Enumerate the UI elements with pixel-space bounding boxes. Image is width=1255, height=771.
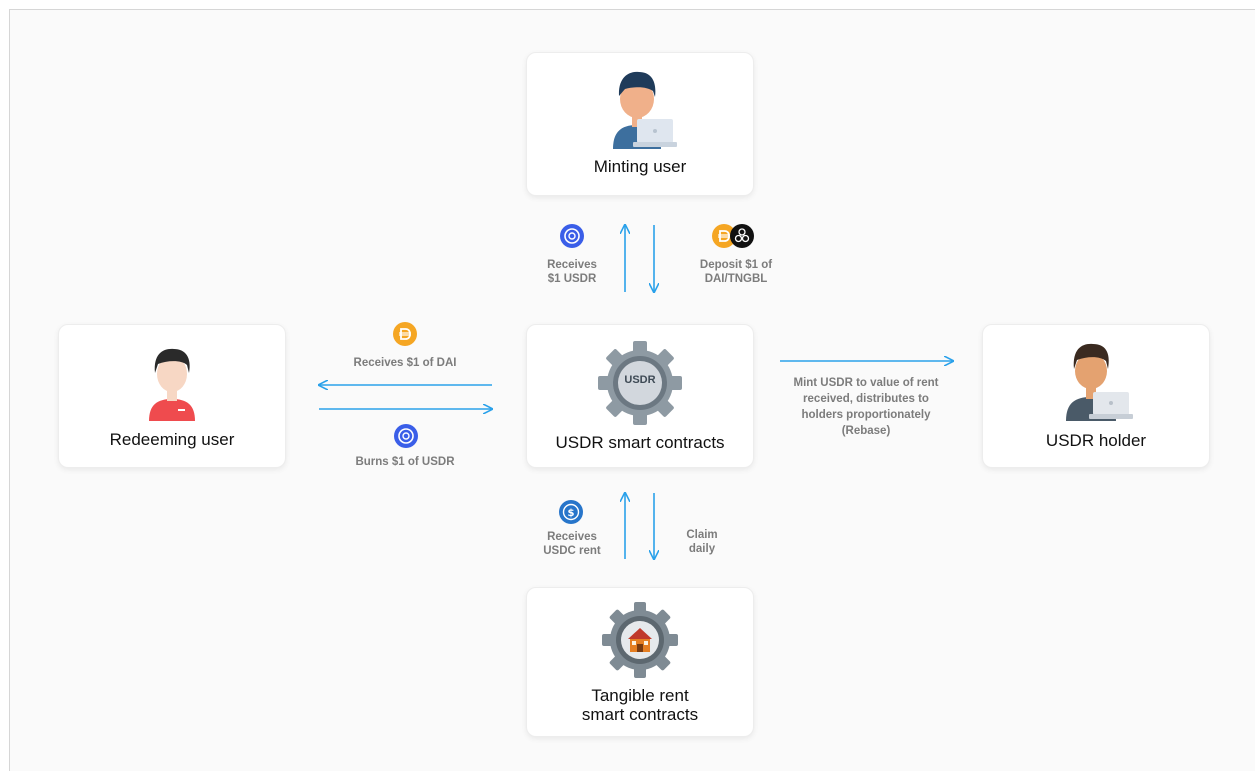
usdr-holder-label: USDR holder (1045, 431, 1147, 450)
person-laptop-icon (1061, 341, 1133, 426)
gear-house-icon (602, 602, 678, 683)
redeeming-user-label: Redeeming user (109, 430, 235, 449)
receives-usdr-label-line2: $1 USDR (547, 273, 597, 285)
usdr-coin-icon (560, 224, 584, 253)
mint-rebase-label-line1: Mint USDR to value of rent (793, 377, 939, 389)
minting-user-label: Minting user (593, 157, 687, 176)
diagram-canvas: Minting user Redeeming user USDR USDR sm… (9, 9, 1255, 771)
minting-user-card: Minting user (526, 52, 754, 196)
burns-usdr-label: Burns $1 of USDR (355, 456, 455, 468)
person-icon (142, 347, 202, 426)
gear-icon: USDR (598, 341, 682, 430)
gear-badge-label: USDR (624, 374, 656, 386)
usdr-smart-contracts-card: USDR USDR smart contracts (526, 324, 754, 468)
person-laptop-icon (607, 69, 677, 154)
receives-usdc-label-line2: USDC rent (543, 545, 601, 557)
mint-rebase-label-line2: received, distributes to (803, 393, 929, 405)
redeeming-user-card: Redeeming user (58, 324, 286, 468)
tangible-rent-contracts-label-line2: smart contracts (581, 705, 699, 724)
claim-daily-label-line2: daily (688, 543, 716, 555)
receives-dai-label: Receives $1 of DAI (353, 357, 457, 369)
tangible-rent-contracts-card: Tangible rent smart contracts (526, 587, 754, 737)
receives-usdr-label-line1: Receives (547, 259, 597, 271)
mint-rebase-label-line3: holders proportionately (801, 409, 931, 421)
deposit-label-line1: Deposit $1 of (699, 259, 773, 271)
usdr-holder-card: USDR holder (982, 324, 1210, 468)
usdr-smart-contracts-label: USDR smart contracts (555, 433, 725, 452)
deposit-label-line2: DAI/TNGBL (704, 273, 768, 285)
dai-coin-icon (393, 322, 417, 351)
usdr-coin-icon (394, 424, 418, 453)
tangible-rent-contracts-label-line1: Tangible rent (591, 686, 689, 705)
receives-usdc-label-line1: Receives (547, 531, 597, 543)
tngbl-coin-icon (730, 224, 754, 253)
svg-text:$: $ (568, 508, 575, 519)
mint-rebase-label-line4: (Rebase) (841, 425, 891, 437)
usdc-coin-icon: $ (559, 500, 583, 529)
claim-daily-label-line1: Claim (686, 529, 718, 541)
